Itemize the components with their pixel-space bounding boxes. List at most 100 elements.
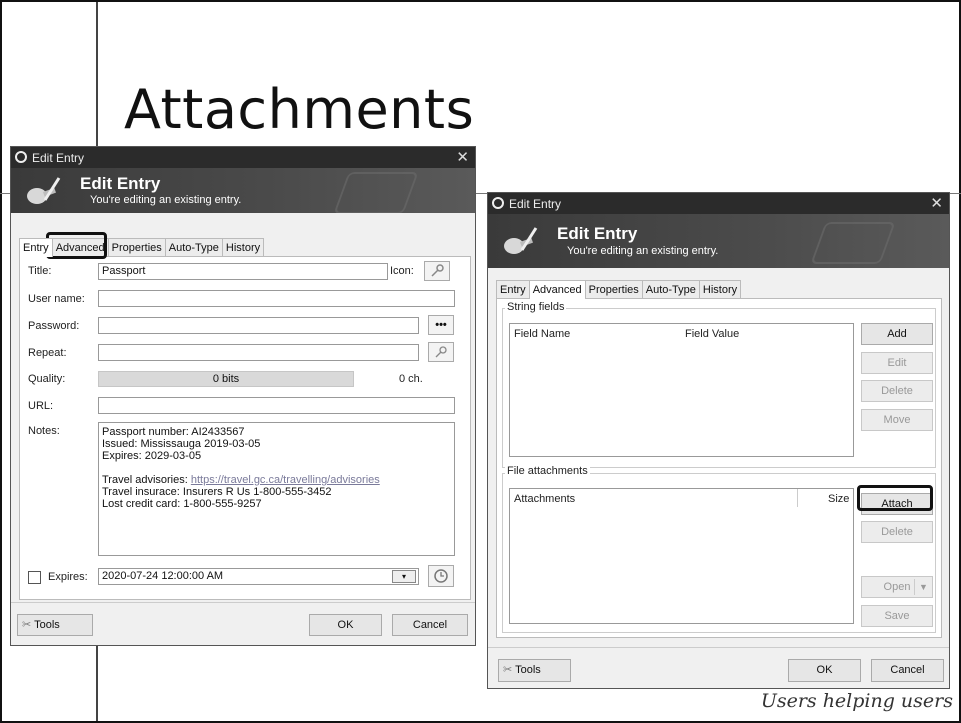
left-banner: Edit Entry You're editing an existing en… [11, 168, 475, 213]
password-label: Password: [28, 320, 80, 332]
chevron-down-icon[interactable]: ▼ [919, 577, 928, 597]
quality-label: Quality: [28, 373, 66, 385]
show-password-button[interactable]: ••• [428, 315, 454, 335]
slide-title: Attachments [124, 78, 475, 141]
right-window-title: Edit Entry [509, 197, 562, 211]
save-attachment-button[interactable]: Save [861, 605, 933, 627]
right-banner: Edit Entry You're editing an existing en… [488, 214, 949, 268]
field-name-column-header[interactable]: Field Name [514, 328, 570, 340]
left-edit-entry-dialog: Edit Entry ✕ Edit Entry You're editing a… [10, 146, 476, 646]
key-pen-icon [27, 177, 61, 204]
size-column-header[interactable]: Size [828, 493, 849, 505]
string-fields-label: String fields [505, 301, 567, 313]
close-icon[interactable]: ✕ [456, 148, 469, 166]
notes-line: Passport number: AI2433567 [102, 426, 245, 438]
tab-history[interactable]: History [698, 280, 742, 299]
tab-auto-type[interactable]: Auto-Type [641, 280, 700, 299]
icon-label: Icon: [390, 265, 414, 277]
notes-line: Issued: Mississauga 2019-03-05 [102, 438, 261, 450]
add-field-button[interactable]: Add [861, 323, 933, 345]
left-cancel-button[interactable]: Cancel [392, 614, 468, 636]
notes-field[interactable]: Passport number: AI2433567 Issued: Missi… [98, 422, 455, 556]
tab-properties[interactable]: Properties [107, 238, 166, 257]
advanced-tab-highlight [46, 232, 107, 259]
notes-line: Travel advisories: https://travel.gc.ca/… [102, 474, 451, 486]
expires-label: Expires: [48, 571, 88, 583]
left-window-title: Edit Entry [32, 151, 85, 165]
repeat-field[interactable] [98, 344, 419, 361]
right-cancel-button[interactable]: Cancel [871, 659, 944, 682]
open-attachment-button[interactable]: Open ▼ [861, 576, 933, 598]
keepass-app-icon [492, 197, 504, 209]
right-edit-entry-dialog: Edit Entry ✕ Edit Entry You're editing a… [487, 192, 950, 689]
open-label: Open [883, 581, 911, 593]
url-label: URL: [28, 400, 54, 412]
calendar-dropdown-icon[interactable]: ▾ [392, 570, 416, 583]
right-advanced-panel: String fields Field Name Field Value Add… [496, 298, 942, 638]
tab-history[interactable]: History [221, 238, 265, 257]
password-field[interactable] [98, 317, 419, 334]
icon-picker-button[interactable] [424, 261, 450, 281]
brand-logo-text: Users helping users [760, 690, 953, 712]
banner-decoration [810, 222, 896, 264]
generator-icon [435, 346, 447, 358]
tab-entry[interactable]: Entry [19, 238, 53, 257]
notes-line: Travel insurace: Insurers R Us 1-800-555… [102, 486, 332, 498]
password-generator-button[interactable] [428, 342, 454, 362]
tab-auto-type[interactable]: Auto-Type [164, 238, 223, 257]
right-tools-button[interactable]: ✂ Tools [498, 659, 571, 682]
delete-field-button[interactable]: Delete [861, 380, 933, 402]
tab-entry[interactable]: Entry [496, 280, 530, 299]
tab-advanced[interactable]: Advanced [528, 280, 586, 299]
string-fields-list[interactable]: Field Name Field Value [509, 323, 854, 457]
move-field-button[interactable]: Move [861, 409, 933, 431]
left-ok-button[interactable]: OK [309, 614, 382, 636]
left-banner-title: Edit Entry [80, 174, 161, 193]
notes-line: Lost credit card: 1-800-555-9257 [102, 498, 262, 510]
left-tools-button[interactable]: ✂ Tools [17, 614, 93, 636]
field-value-column-header[interactable]: Field Value [685, 328, 739, 340]
close-icon[interactable]: ✕ [930, 194, 943, 212]
attachments-list[interactable]: Attachments Size [509, 488, 854, 624]
key-pen-icon [504, 227, 538, 254]
edit-field-button[interactable]: Edit [861, 352, 933, 374]
clock-icon [434, 569, 448, 583]
expiry-presets-button[interactable] [428, 565, 454, 587]
left-footer-separator [11, 602, 475, 603]
title-label: Title: [28, 265, 52, 277]
open-dropdown-divider [914, 579, 915, 595]
delete-attachment-button[interactable]: Delete [861, 521, 933, 543]
tools-icon: ✂ [503, 664, 513, 676]
notes-text: Travel advisories: [102, 474, 191, 486]
user-name-label: User name: [28, 293, 85, 305]
notes-label: Notes: [28, 425, 60, 437]
right-banner-subtitle: You're editing an existing entry. [567, 245, 719, 257]
expires-checkbox[interactable] [28, 571, 41, 584]
column-divider [797, 489, 798, 507]
quality-bar: 0 bits [98, 371, 354, 387]
attach-button-highlight [857, 485, 933, 511]
tools-label: Tools [34, 619, 60, 631]
repeat-label: Repeat: [28, 347, 67, 359]
advisories-link[interactable]: https://travel.gc.ca/travelling/advisori… [191, 474, 380, 486]
key-icon [431, 264, 444, 277]
user-name-field[interactable] [98, 290, 455, 307]
right-ok-button[interactable]: OK [788, 659, 861, 682]
right-tab-strip: Entry Advanced Properties Auto-Type Hist… [496, 280, 742, 299]
tools-icon: ✂ [22, 619, 32, 631]
tools-label: Tools [515, 664, 541, 676]
notes-line: Expires: 2029-03-05 [102, 450, 202, 462]
file-attachments-label: File attachments [505, 465, 590, 477]
title-field[interactable]: Passport [98, 263, 388, 280]
right-banner-title: Edit Entry [557, 224, 638, 243]
expires-date-field[interactable]: 2020-07-24 12:00:00 AM [98, 568, 419, 585]
right-titlebar: Edit Entry ✕ [488, 193, 949, 214]
tab-properties[interactable]: Properties [584, 280, 643, 299]
attachments-column-header[interactable]: Attachments [514, 493, 575, 505]
banner-decoration [333, 172, 419, 213]
left-titlebar: Edit Entry ✕ [11, 147, 475, 168]
keepass-app-icon [15, 151, 27, 163]
left-entry-panel: Title: Passport Icon: User name: Passwor… [19, 256, 471, 600]
right-footer-separator [488, 647, 949, 648]
url-field[interactable] [98, 397, 455, 414]
